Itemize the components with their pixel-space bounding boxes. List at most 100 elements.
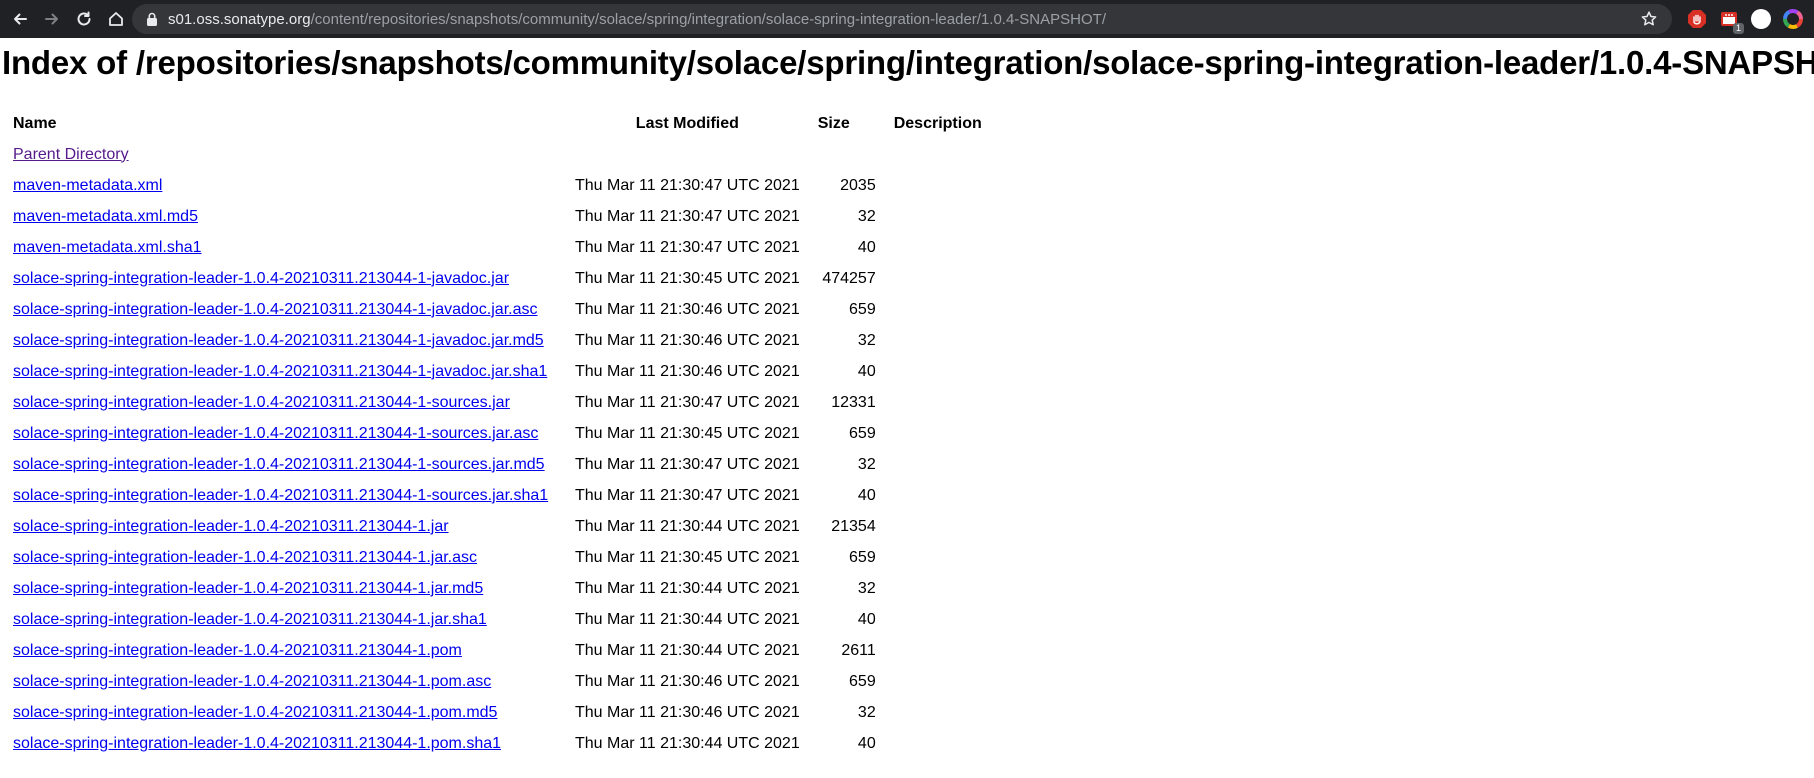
table-row: solace-spring-integration-leader-1.0.4-2…	[4, 573, 991, 604]
table-row: solace-spring-integration-leader-1.0.4-2…	[4, 697, 991, 728]
table-row: solace-spring-integration-leader-1.0.4-2…	[4, 635, 991, 666]
file-link[interactable]: solace-spring-integration-leader-1.0.4-2…	[13, 642, 462, 659]
color-wheel-extension-icon[interactable]	[1782, 8, 1804, 30]
description-cell	[885, 232, 991, 263]
table-row: solace-spring-integration-leader-1.0.4-2…	[4, 356, 991, 387]
url-host: s01.oss.sonatype.org	[168, 10, 311, 28]
description-cell	[885, 573, 991, 604]
file-link[interactable]: solace-spring-integration-leader-1.0.4-2…	[13, 363, 547, 380]
last-modified-cell: Thu Mar 11 21:30:46 UTC 2021	[575, 672, 800, 690]
file-link[interactable]: maven-metadata.xml	[13, 177, 162, 194]
size-cell: 2035	[840, 176, 876, 194]
file-name-cell: maven-metadata.xml.sha1	[4, 232, 566, 263]
file-name-cell: solace-spring-integration-leader-1.0.4-2…	[4, 356, 566, 387]
file-name-cell: solace-spring-integration-leader-1.0.4-2…	[4, 573, 566, 604]
size-cell: 659	[849, 300, 876, 318]
size-cell: 32	[857, 579, 876, 597]
column-header-last-modified: Last Modified	[635, 114, 739, 132]
file-link[interactable]: solace-spring-integration-leader-1.0.4-2…	[13, 611, 487, 628]
file-link[interactable]: maven-metadata.xml.sha1	[13, 239, 202, 256]
last-modified-cell: Thu Mar 11 21:30:44 UTC 2021	[575, 610, 800, 628]
file-name-cell: solace-spring-integration-leader-1.0.4-2…	[4, 604, 566, 635]
table-row: solace-spring-integration-leader-1.0.4-2…	[4, 480, 991, 511]
last-modified-cell: Thu Mar 11 21:30:46 UTC 2021	[575, 300, 800, 318]
lock-icon[interactable]	[146, 12, 158, 26]
last-modified-cell: Thu Mar 11 21:30:45 UTC 2021	[575, 269, 800, 287]
forward-button[interactable]	[38, 5, 66, 33]
size-cell: 40	[857, 238, 876, 256]
file-link[interactable]: solace-spring-integration-leader-1.0.4-2…	[13, 487, 548, 504]
last-modified-cell: Thu Mar 11 21:30:44 UTC 2021	[575, 641, 800, 659]
description-cell	[885, 170, 991, 201]
page-title: Index of /repositories/snapshots/communi…	[2, 44, 1814, 81]
file-name-cell: solace-spring-integration-leader-1.0.4-2…	[4, 728, 566, 759]
file-link[interactable]: solace-spring-integration-leader-1.0.4-2…	[13, 332, 544, 349]
reload-button[interactable]	[70, 5, 98, 33]
file-link[interactable]: solace-spring-integration-leader-1.0.4-2…	[13, 735, 501, 752]
table-row: solace-spring-integration-leader-1.0.4-2…	[4, 666, 991, 697]
file-name-cell: solace-spring-integration-leader-1.0.4-2…	[4, 294, 566, 325]
home-icon	[109, 12, 123, 26]
file-link[interactable]: solace-spring-integration-leader-1.0.4-2…	[13, 270, 509, 287]
back-button[interactable]	[6, 5, 34, 33]
size-cell: 12331	[831, 393, 876, 411]
url-path: /content/repositories/snapshots/communit…	[310, 10, 1106, 28]
extensions-area: 1	[1686, 0, 1814, 38]
file-name-cell: solace-spring-integration-leader-1.0.4-2…	[4, 418, 566, 449]
last-modified-cell: Thu Mar 11 21:30:46 UTC 2021	[575, 703, 800, 721]
file-name-cell: solace-spring-integration-leader-1.0.4-2…	[4, 387, 566, 418]
file-name-cell: solace-spring-integration-leader-1.0.4-2…	[4, 542, 566, 573]
last-modified-cell: Thu Mar 11 21:30:47 UTC 2021	[575, 486, 800, 504]
file-listing-table: Name Last Modified Size Description Pare…	[4, 108, 991, 759]
stop-hand-extension-icon[interactable]	[1686, 8, 1708, 30]
size-cell: 40	[857, 734, 876, 752]
table-row: solace-spring-integration-leader-1.0.4-2…	[4, 449, 991, 480]
file-link[interactable]: solace-spring-integration-leader-1.0.4-2…	[13, 394, 510, 411]
reload-icon	[77, 11, 91, 26]
extension-badge: 1	[1732, 23, 1744, 34]
file-link[interactable]: solace-spring-integration-leader-1.0.4-2…	[13, 425, 538, 442]
file-name-cell: solace-spring-integration-leader-1.0.4-2…	[4, 480, 566, 511]
file-link[interactable]: solace-spring-integration-leader-1.0.4-2…	[13, 301, 537, 318]
file-name-cell: solace-spring-integration-leader-1.0.4-2…	[4, 325, 566, 356]
description-cell	[885, 449, 991, 480]
file-name-cell: solace-spring-integration-leader-1.0.4-2…	[4, 697, 566, 728]
last-modified-cell: Thu Mar 11 21:30:45 UTC 2021	[575, 548, 800, 566]
file-name-cell: maven-metadata.xml.md5	[4, 201, 566, 232]
file-link[interactable]: solace-spring-integration-leader-1.0.4-2…	[13, 673, 491, 690]
table-header-row: Name Last Modified Size Description	[4, 108, 991, 139]
size-cell: 32	[857, 331, 876, 349]
file-name-cell: solace-spring-integration-leader-1.0.4-2…	[4, 666, 566, 697]
column-header-description: Description	[893, 114, 982, 132]
parent-directory-link[interactable]: Parent Directory	[13, 146, 129, 163]
description-cell	[885, 666, 991, 697]
last-modified-cell: Thu Mar 11 21:30:47 UTC 2021	[575, 455, 800, 473]
last-modified-cell: Thu Mar 11 21:30:44 UTC 2021	[575, 734, 800, 752]
description-cell	[885, 480, 991, 511]
calendar-extension-icon[interactable]: 1	[1718, 8, 1744, 34]
file-link[interactable]: maven-metadata.xml.md5	[13, 208, 198, 225]
file-name-cell: solace-spring-integration-leader-1.0.4-2…	[4, 449, 566, 480]
table-row: solace-spring-integration-leader-1.0.4-2…	[4, 511, 991, 542]
last-modified-cell: Thu Mar 11 21:30:46 UTC 2021	[575, 331, 800, 349]
profile-avatar-icon[interactable]	[1750, 8, 1772, 30]
file-link[interactable]: solace-spring-integration-leader-1.0.4-2…	[13, 456, 545, 473]
description-cell	[885, 728, 991, 759]
last-modified-cell: Thu Mar 11 21:30:45 UTC 2021	[575, 424, 800, 442]
file-link[interactable]: solace-spring-integration-leader-1.0.4-2…	[13, 580, 483, 597]
description-cell	[885, 356, 991, 387]
address-bar[interactable]: s01.oss.sonatype.org/content/repositorie…	[132, 4, 1672, 34]
file-link[interactable]: solace-spring-integration-leader-1.0.4-2…	[13, 704, 497, 721]
size-cell: 32	[857, 207, 876, 225]
table-row: solace-spring-integration-leader-1.0.4-2…	[4, 325, 991, 356]
home-button[interactable]	[102, 5, 130, 33]
file-link[interactable]: solace-spring-integration-leader-1.0.4-2…	[13, 518, 449, 535]
last-modified-cell: Thu Mar 11 21:30:47 UTC 2021	[575, 207, 800, 225]
size-cell: 2611	[841, 641, 876, 659]
file-link[interactable]: solace-spring-integration-leader-1.0.4-2…	[13, 549, 477, 566]
last-modified-cell: Thu Mar 11 21:30:47 UTC 2021	[575, 238, 800, 256]
file-name-cell: solace-spring-integration-leader-1.0.4-2…	[4, 511, 566, 542]
bookmark-star-icon[interactable]	[1640, 10, 1658, 33]
last-modified-cell: Thu Mar 11 21:30:47 UTC 2021	[575, 393, 800, 411]
size-cell: 659	[849, 672, 876, 690]
